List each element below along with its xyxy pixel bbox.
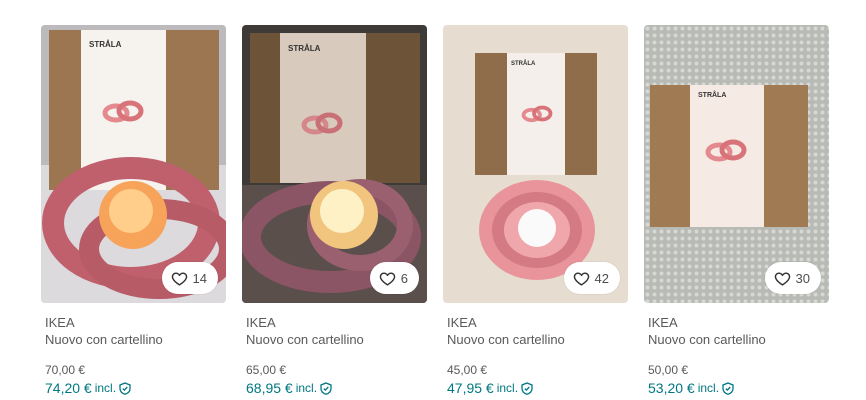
favorite-count: 30 — [795, 270, 810, 286]
item-photo[interactable]: STRÅLA 6 — [242, 25, 427, 303]
favorite-count: 14 — [192, 270, 207, 286]
incl-label: incl. — [295, 381, 318, 395]
shield-check-icon — [722, 382, 734, 395]
incl-label: incl. — [496, 381, 519, 395]
heart-outline-icon — [573, 271, 589, 286]
box-label: STRÅLA — [698, 90, 726, 99]
item-price: 65,00 € — [246, 363, 287, 377]
shield-check-icon — [320, 382, 332, 395]
heart-outline-icon — [774, 271, 790, 286]
item-card[interactable]: STRÅLA 6 IKEA Nuovo con cartellino 65,00… — [242, 25, 427, 397]
item-price-incl: 68,95 € — [246, 380, 293, 396]
item-price-incl: 47,95 € — [447, 380, 494, 396]
item-grid: STRÅLA 14 IKEA Nuovo con cartellino 70,0… — [41, 25, 829, 397]
item-condition: Nuovo con cartellino — [45, 332, 163, 347]
shield-check-icon — [119, 382, 131, 395]
price-incl-protection[interactable]: 74,20 € incl. — [45, 380, 226, 397]
favorite-button[interactable]: 42 — [563, 262, 620, 294]
item-card[interactable]: STRÅLA 30 IKEA Nuovo con cartellino 50,0… — [644, 25, 829, 397]
item-brand: IKEA — [246, 315, 276, 330]
price-incl-protection[interactable]: 68,95 € incl. — [246, 380, 427, 397]
item-photo[interactable]: STRÅLA 42 — [443, 25, 628, 303]
item-brand: IKEA — [447, 315, 477, 330]
heart-outline-icon — [379, 271, 395, 286]
favorite-button[interactable]: 30 — [764, 262, 821, 294]
incl-label: incl. — [94, 381, 117, 395]
item-price-incl: 74,20 € — [45, 380, 92, 396]
box-label: STRÅLA — [288, 44, 321, 53]
heart-outline-icon — [171, 271, 187, 286]
price-incl-protection[interactable]: 53,20 € incl. — [648, 380, 829, 397]
price-incl-protection[interactable]: 47,95 € incl. — [447, 380, 628, 397]
item-condition: Nuovo con cartellino — [447, 332, 565, 347]
item-brand: IKEA — [648, 315, 678, 330]
favorite-count: 42 — [594, 270, 609, 286]
item-price: 50,00 € — [648, 363, 689, 377]
favorite-button[interactable]: 6 — [369, 262, 419, 294]
item-condition: Nuovo con cartellino — [246, 332, 364, 347]
box-label: STRÅLA — [511, 60, 536, 67]
item-price: 45,00 € — [447, 363, 488, 377]
item-condition: Nuovo con cartellino — [648, 332, 766, 347]
favorite-button[interactable]: 14 — [161, 262, 218, 294]
item-price: 70,00 € — [45, 363, 86, 377]
item-card[interactable]: STRÅLA 14 IKEA Nuovo con cartellino 70,0… — [41, 25, 226, 397]
shield-check-icon — [521, 382, 533, 395]
box-label: STRÅLA — [89, 40, 122, 49]
incl-label: incl. — [697, 381, 720, 395]
item-photo[interactable]: STRÅLA 14 — [41, 25, 226, 303]
favorite-count: 6 — [400, 270, 408, 286]
item-card[interactable]: STRÅLA 42 IKEA Nuovo con cartellino 45,0… — [443, 25, 628, 397]
item-brand: IKEA — [45, 315, 75, 330]
item-photo[interactable]: STRÅLA 30 — [644, 25, 829, 303]
item-price-incl: 53,20 € — [648, 380, 695, 396]
